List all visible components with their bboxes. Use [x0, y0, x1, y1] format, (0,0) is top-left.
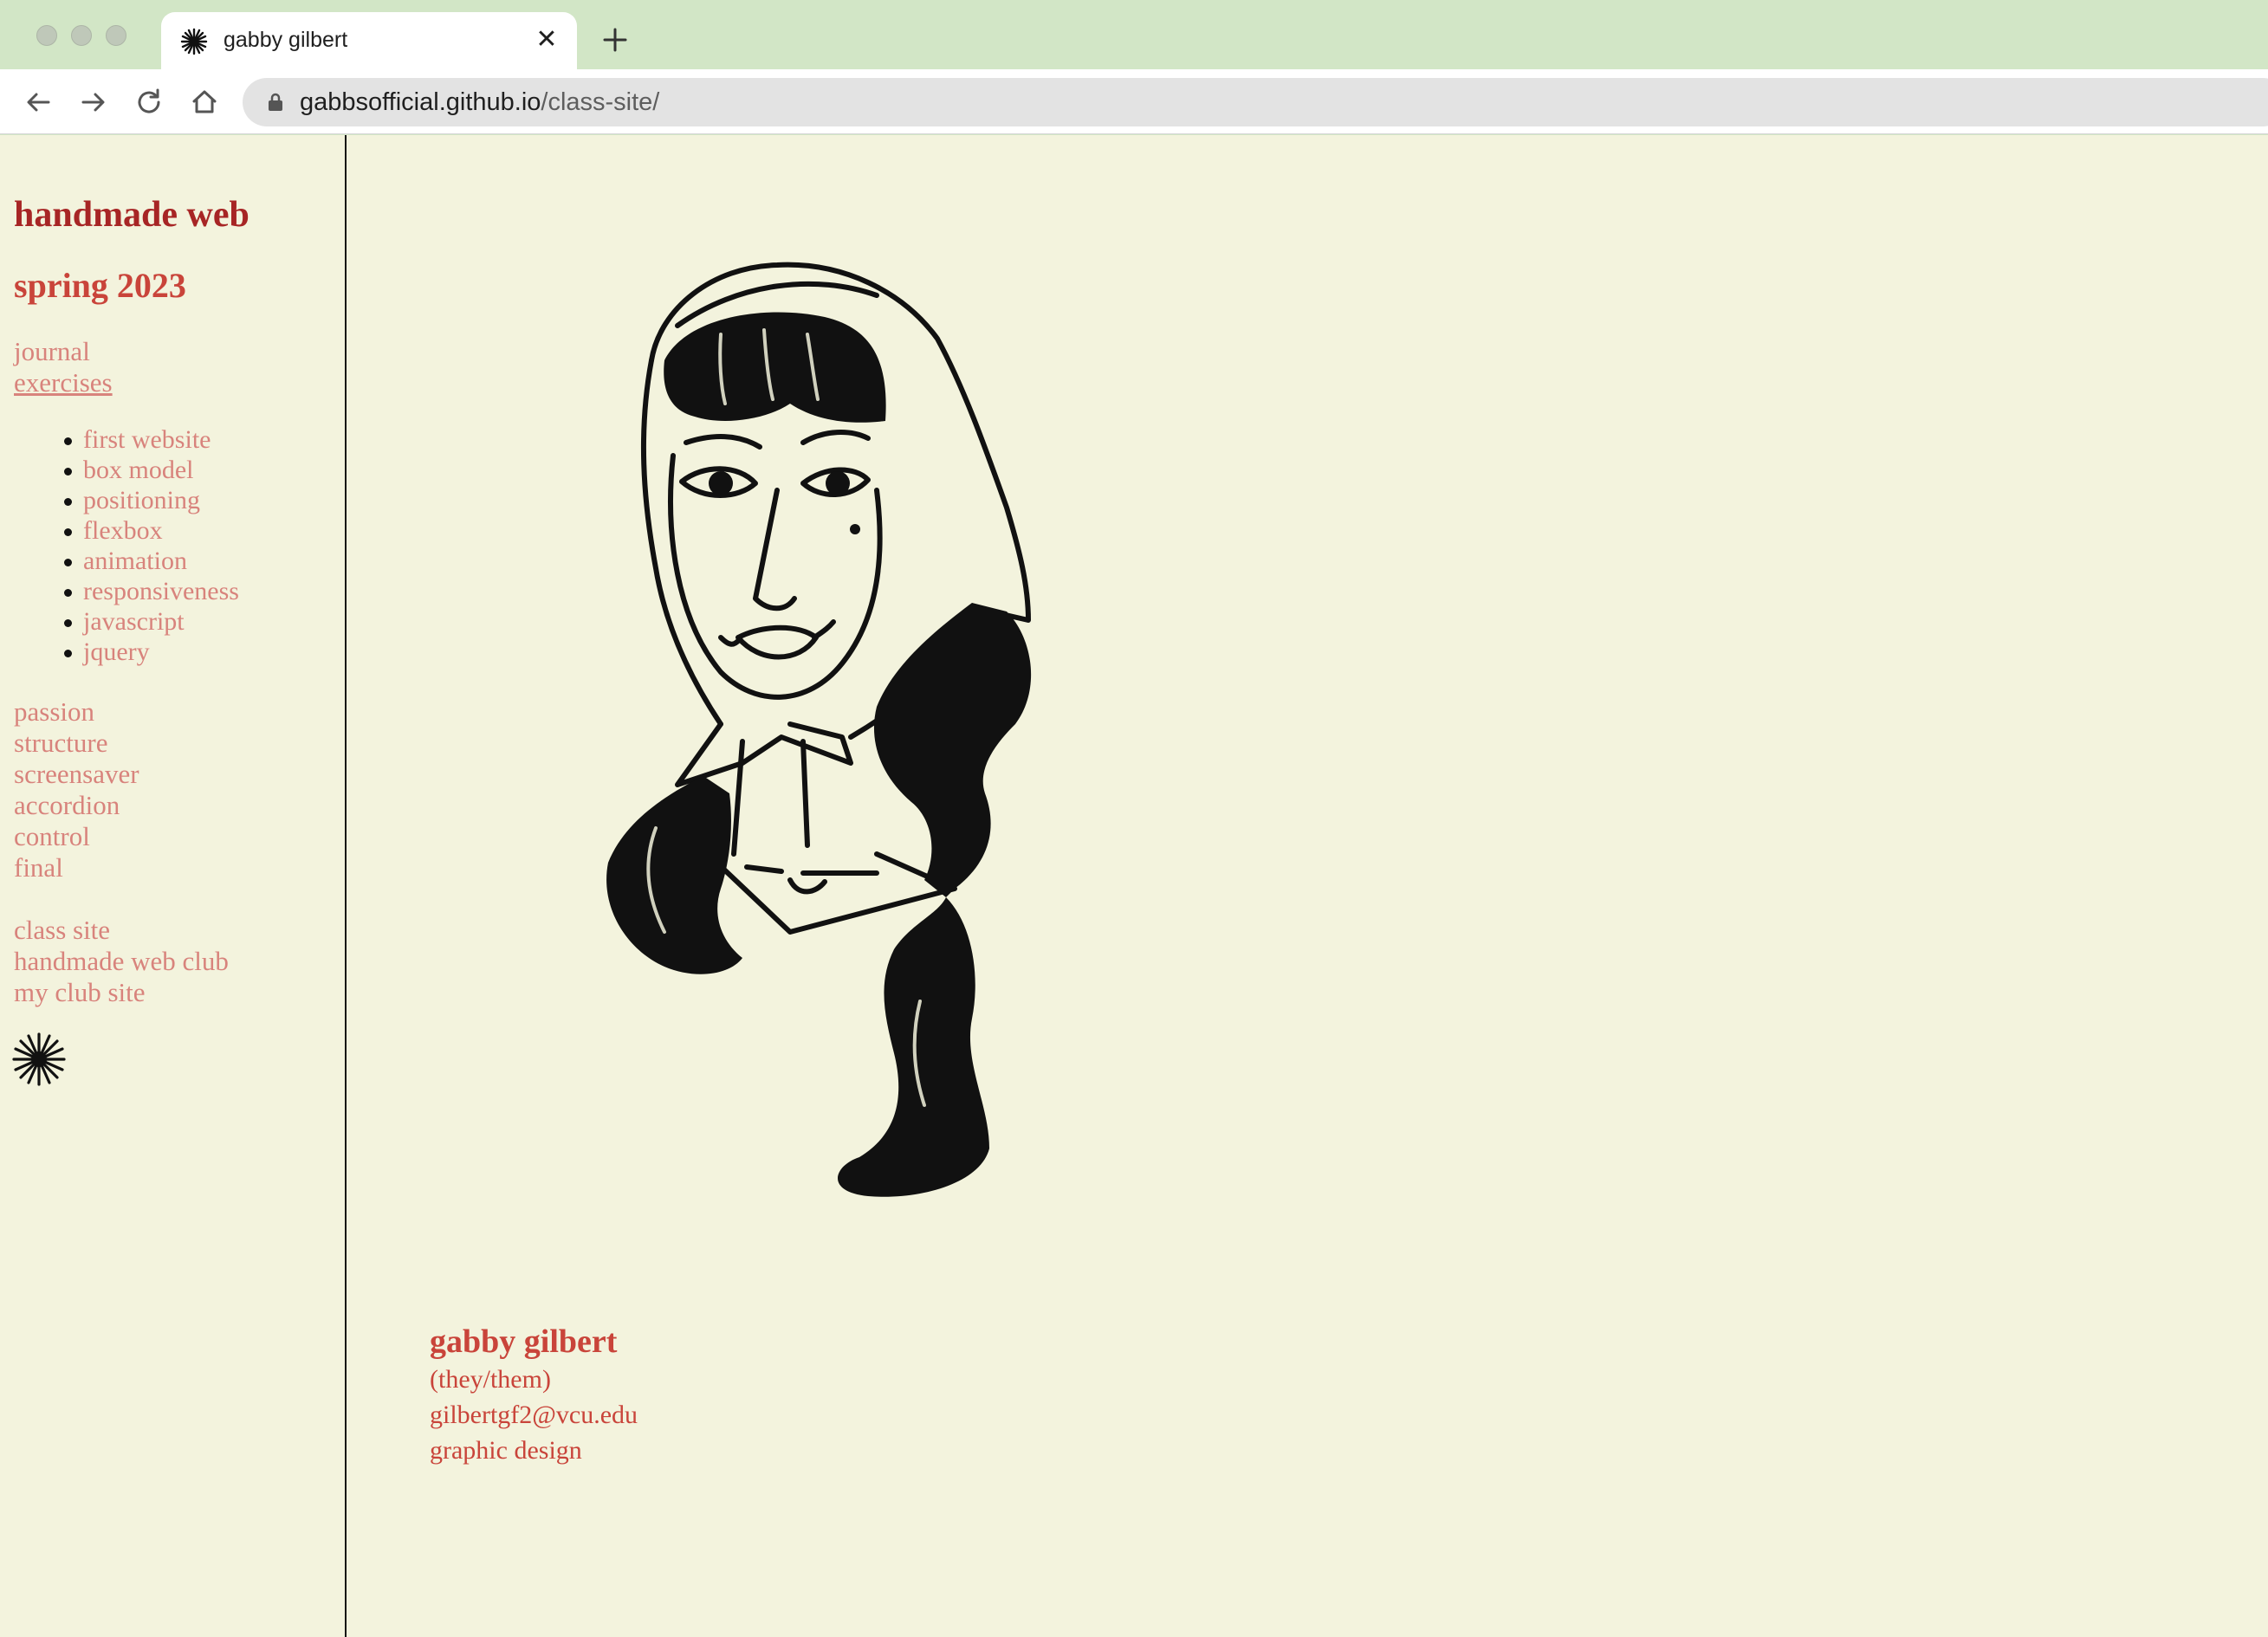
address-bar[interactable]: gabbsofficial.github.io/class-site/ [243, 78, 2268, 126]
sidebar-section-pages: journal exercises [14, 336, 113, 398]
asterisk-star-icon [12, 1032, 66, 1086]
exercise-link-flexbox[interactable]: flexbox [64, 515, 239, 546]
exercise-link-animation[interactable]: animation [64, 546, 239, 576]
main-content: gabby gilbert (they/them) gilbertgf2@vcu… [348, 135, 2268, 1637]
bio-pronouns: (they/them) [430, 1365, 551, 1394]
sidebar-link-handmade-web-club[interactable]: handmade web club [14, 946, 229, 977]
bio-name: gabby gilbert [430, 1323, 618, 1360]
portrait-illustration [606, 262, 1032, 1197]
sidebar-link-class-site[interactable]: class site [14, 915, 229, 946]
sidebar-link-journal[interactable]: journal [14, 336, 113, 367]
exercises-list: first website box model positioning flex… [64, 424, 239, 667]
home-icon[interactable] [187, 85, 222, 120]
sidebar-link-control[interactable]: control [14, 821, 139, 852]
sidebar-section-external: class site handmade web club my club sit… [14, 915, 229, 1008]
new-tab-icon[interactable] [598, 23, 632, 57]
sidebar-section-projects: passion structure screensaver accordion … [14, 696, 139, 883]
close-window-button[interactable] [36, 25, 57, 46]
sidebar-link-final[interactable]: final [14, 852, 139, 883]
sidebar-link-passion[interactable]: passion [14, 696, 139, 728]
exercise-link-javascript[interactable]: javascript [64, 606, 239, 637]
sidebar: handmade web spring 2023 journal exercis… [0, 135, 347, 1637]
sidebar-link-structure[interactable]: structure [14, 728, 139, 759]
tab-close-icon[interactable]: ✕ [532, 25, 561, 55]
exercise-link-positioning[interactable]: positioning [64, 485, 239, 515]
browser-titlebar: gabby gilbert ✕ [0, 0, 2268, 69]
sidebar-link-accordion[interactable]: accordion [14, 790, 139, 821]
back-arrow-icon[interactable] [21, 85, 55, 120]
asterisk-star-icon [180, 28, 208, 55]
minimize-window-button[interactable] [71, 25, 92, 46]
forward-arrow-icon[interactable] [76, 85, 111, 120]
browser-toolbar: gabbsofficial.github.io/class-site/ [0, 69, 2268, 134]
sidebar-link-exercises[interactable]: exercises [14, 367, 113, 398]
exercise-link-responsiveness[interactable]: responsiveness [64, 576, 239, 606]
exercise-link-box-model[interactable]: box model [64, 455, 239, 485]
bio-email[interactable]: gilbertgf2@vcu.edu [430, 1397, 638, 1433]
sidebar-link-screensaver[interactable]: screensaver [14, 759, 139, 790]
site-subtitle: spring 2023 [14, 266, 186, 305]
exercise-link-jquery[interactable]: jquery [64, 637, 239, 667]
exercise-link-first-website[interactable]: first website [64, 424, 239, 455]
url-text[interactable]: gabbsofficial.github.io/class-site/ [300, 88, 659, 117]
page: handmade web spring 2023 journal exercis… [0, 135, 2268, 1637]
bio-program: graphic design [430, 1436, 582, 1465]
tab-title: gabby gilbert [224, 28, 348, 52]
browser-tab[interactable]: gabby gilbert ✕ [161, 12, 577, 69]
reload-icon[interactable] [132, 85, 166, 120]
sidebar-link-my-club-site[interactable]: my club site [14, 977, 229, 1008]
maximize-window-button[interactable] [106, 25, 126, 46]
lock-icon[interactable] [265, 92, 286, 113]
site-title: handmade web [14, 195, 249, 235]
bio-block: gabby gilbert (they/them) gilbertgf2@vcu… [430, 1322, 638, 1468]
